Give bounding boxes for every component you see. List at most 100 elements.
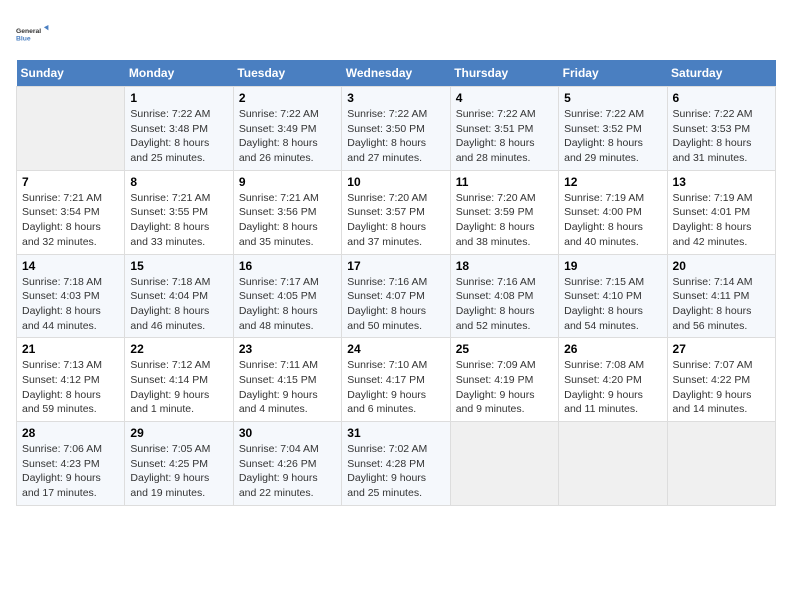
date-number: 12 — [564, 175, 661, 189]
date-number: 3 — [347, 91, 444, 105]
date-number: 22 — [130, 342, 227, 356]
date-number: 30 — [239, 426, 336, 440]
calendar-week-5: 28 Sunrise: 7:06 AMSunset: 4:23 PMDayligh… — [17, 422, 776, 506]
cell-info: Sunrise: 7:17 AMSunset: 4:05 PMDaylight:… — [239, 275, 336, 334]
calendar-cell: 19Sunrise: 7:15 AMSunset: 4:10 PMDayligh… — [559, 254, 667, 338]
cell-info: Sunrise: 7:05 AMSunset: 4:25 PMDaylight:… — [130, 442, 227, 501]
cell-info: Sunrise: 7:19 AMSunset: 4:01 PMDaylight:… — [673, 191, 770, 250]
calendar-cell — [559, 422, 667, 506]
day-header-monday: Monday — [125, 60, 233, 87]
calendar-cell: 18Sunrise: 7:16 AMSunset: 4:08 PMDayligh… — [450, 254, 558, 338]
cell-info: Sunrise: 7:21 AMSunset: 3:56 PMDaylight:… — [239, 191, 336, 250]
date-number: 2 — [239, 91, 336, 105]
day-header-row: SundayMondayTuesdayWednesdayThursdayFrid… — [17, 60, 776, 87]
cell-info: Sunrise: 7:20 AMSunset: 3:57 PMDaylight:… — [347, 191, 444, 250]
cell-info: Sunrise: 7:13 AMSunset: 4:12 PMDaylight:… — [22, 358, 119, 417]
logo: GeneralBlue — [16, 16, 56, 52]
date-number: 28 — [22, 426, 119, 440]
date-number: 16 — [239, 259, 336, 273]
date-number: 7 — [22, 175, 119, 189]
date-number: 18 — [456, 259, 553, 273]
calendar-cell: 26 Sunrise: 7:08 AMSunset: 4:20 PMDayligh… — [559, 338, 667, 422]
cell-info: Sunrise: 7:18 AMSunset: 4:03 PMDaylight:… — [22, 275, 119, 334]
date-number: 10 — [347, 175, 444, 189]
day-header-wednesday: Wednesday — [342, 60, 450, 87]
calendar-cell: 6 Sunrise: 7:22 AMSunset: 3:53 PMDaylight… — [667, 87, 775, 171]
day-header-tuesday: Tuesday — [233, 60, 341, 87]
page-header: GeneralBlue — [16, 16, 776, 52]
cell-info: Sunrise: 7:11 AMSunset: 4:15 PMDaylight:… — [239, 358, 336, 417]
date-number: 9 — [239, 175, 336, 189]
date-number: 6 — [673, 91, 770, 105]
calendar-cell: 20 Sunrise: 7:14 AMSunset: 4:11 PMDayligh… — [667, 254, 775, 338]
cell-info: Sunrise: 7:06 AMSunset: 4:23 PMDaylight:… — [22, 442, 119, 501]
date-number: 19 — [564, 259, 661, 273]
calendar-cell: 29 Sunrise: 7:05 AMSunset: 4:25 PMDayligh… — [125, 422, 233, 506]
date-number: 13 — [673, 175, 770, 189]
date-number: 31 — [347, 426, 444, 440]
date-number: 26 — [564, 342, 661, 356]
cell-info: Sunrise: 7:22 AMSunset: 3:48 PMDaylight:… — [130, 107, 227, 166]
calendar-cell — [450, 422, 558, 506]
cell-info: Sunrise: 7:21 AMSunset: 3:55 PMDaylight:… — [130, 191, 227, 250]
calendar-week-1: 1 Sunrise: 7:22 AMSunset: 3:48 PMDaylight… — [17, 87, 776, 171]
calendar-cell: 9 Sunrise: 7:21 AMSunset: 3:56 PMDaylight… — [233, 170, 341, 254]
cell-info: Sunrise: 7:14 AMSunset: 4:11 PMDaylight:… — [673, 275, 770, 334]
calendar-cell: 17Sunrise: 7:16 AMSunset: 4:07 PMDayligh… — [342, 254, 450, 338]
cell-info: Sunrise: 7:21 AMSunset: 3:54 PMDaylight:… — [22, 191, 119, 250]
cell-info: Sunrise: 7:02 AMSunset: 4:28 PMDaylight:… — [347, 442, 444, 501]
cell-info: Sunrise: 7:22 AMSunset: 3:51 PMDaylight:… — [456, 107, 553, 166]
day-header-thursday: Thursday — [450, 60, 558, 87]
date-number: 4 — [456, 91, 553, 105]
calendar-cell: 31 Sunrise: 7:02 AMSunset: 4:28 PMDayligh… — [342, 422, 450, 506]
date-number: 5 — [564, 91, 661, 105]
date-number: 20 — [673, 259, 770, 273]
calendar-cell — [667, 422, 775, 506]
cell-info: Sunrise: 7:12 AMSunset: 4:14 PMDaylight:… — [130, 358, 227, 417]
date-number: 17 — [347, 259, 444, 273]
day-header-friday: Friday — [559, 60, 667, 87]
calendar-cell: 25Sunrise: 7:09 AMSunset: 4:19 PMDayligh… — [450, 338, 558, 422]
date-number: 24 — [347, 342, 444, 356]
date-number: 14 — [22, 259, 119, 273]
calendar-cell: 21 Sunrise: 7:13 AMSunset: 4:12 PMDayligh… — [17, 338, 125, 422]
cell-info: Sunrise: 7:08 AMSunset: 4:20 PMDaylight:… — [564, 358, 661, 417]
date-number: 29 — [130, 426, 227, 440]
cell-info: Sunrise: 7:22 AMSunset: 3:50 PMDaylight:… — [347, 107, 444, 166]
svg-text:General: General — [16, 28, 41, 35]
cell-info: Sunrise: 7:22 AMSunset: 3:53 PMDaylight:… — [673, 107, 770, 166]
calendar-week-2: 7 Sunrise: 7:21 AMSunset: 3:54 PMDaylight… — [17, 170, 776, 254]
calendar-cell: 10 Sunrise: 7:20 AMSunset: 3:57 PMDayligh… — [342, 170, 450, 254]
day-header-sunday: Sunday — [17, 60, 125, 87]
date-number: 11 — [456, 175, 553, 189]
day-header-saturday: Saturday — [667, 60, 775, 87]
logo-icon: GeneralBlue — [16, 16, 52, 52]
calendar-cell: 13 Sunrise: 7:19 AMSunset: 4:01 PMDayligh… — [667, 170, 775, 254]
date-number: 8 — [130, 175, 227, 189]
date-number: 1 — [130, 91, 227, 105]
date-number: 21 — [22, 342, 119, 356]
calendar-cell: 11 Sunrise: 7:20 AMSunset: 3:59 PMDayligh… — [450, 170, 558, 254]
calendar-cell: 24Sunrise: 7:10 AMSunset: 4:17 PMDayligh… — [342, 338, 450, 422]
calendar-cell: 3 Sunrise: 7:22 AMSunset: 3:50 PMDaylight… — [342, 87, 450, 171]
calendar-cell: 30Sunrise: 7:04 AMSunset: 4:26 PMDayligh… — [233, 422, 341, 506]
calendar-cell — [17, 87, 125, 171]
calendar-cell: 15Sunrise: 7:18 AMSunset: 4:04 PMDayligh… — [125, 254, 233, 338]
calendar-cell: 2 Sunrise: 7:22 AMSunset: 3:49 PMDaylight… — [233, 87, 341, 171]
cell-info: Sunrise: 7:18 AMSunset: 4:04 PMDaylight:… — [130, 275, 227, 334]
calendar-cell: 27Sunrise: 7:07 AMSunset: 4:22 PMDayligh… — [667, 338, 775, 422]
cell-info: Sunrise: 7:20 AMSunset: 3:59 PMDaylight:… — [456, 191, 553, 250]
calendar-cell: 22 Sunrise: 7:12 AMSunset: 4:14 PMDayligh… — [125, 338, 233, 422]
calendar-cell: 4 Sunrise: 7:22 AMSunset: 3:51 PMDaylight… — [450, 87, 558, 171]
calendar-week-4: 21 Sunrise: 7:13 AMSunset: 4:12 PMDayligh… — [17, 338, 776, 422]
calendar-cell: 16 Sunrise: 7:17 AMSunset: 4:05 PMDayligh… — [233, 254, 341, 338]
calendar-week-3: 14 Sunrise: 7:18 AMSunset: 4:03 PMDayligh… — [17, 254, 776, 338]
cell-info: Sunrise: 7:22 AMSunset: 3:49 PMDaylight:… — [239, 107, 336, 166]
calendar-table: SundayMondayTuesdayWednesdayThursdayFrid… — [16, 60, 776, 506]
date-number: 23 — [239, 342, 336, 356]
cell-info: Sunrise: 7:22 AMSunset: 3:52 PMDaylight:… — [564, 107, 661, 166]
calendar-cell: 1 Sunrise: 7:22 AMSunset: 3:48 PMDaylight… — [125, 87, 233, 171]
calendar-cell: 14 Sunrise: 7:18 AMSunset: 4:03 PMDayligh… — [17, 254, 125, 338]
calendar-cell: 28 Sunrise: 7:06 AMSunset: 4:23 PMDayligh… — [17, 422, 125, 506]
cell-info: Sunrise: 7:07 AMSunset: 4:22 PMDaylight:… — [673, 358, 770, 417]
